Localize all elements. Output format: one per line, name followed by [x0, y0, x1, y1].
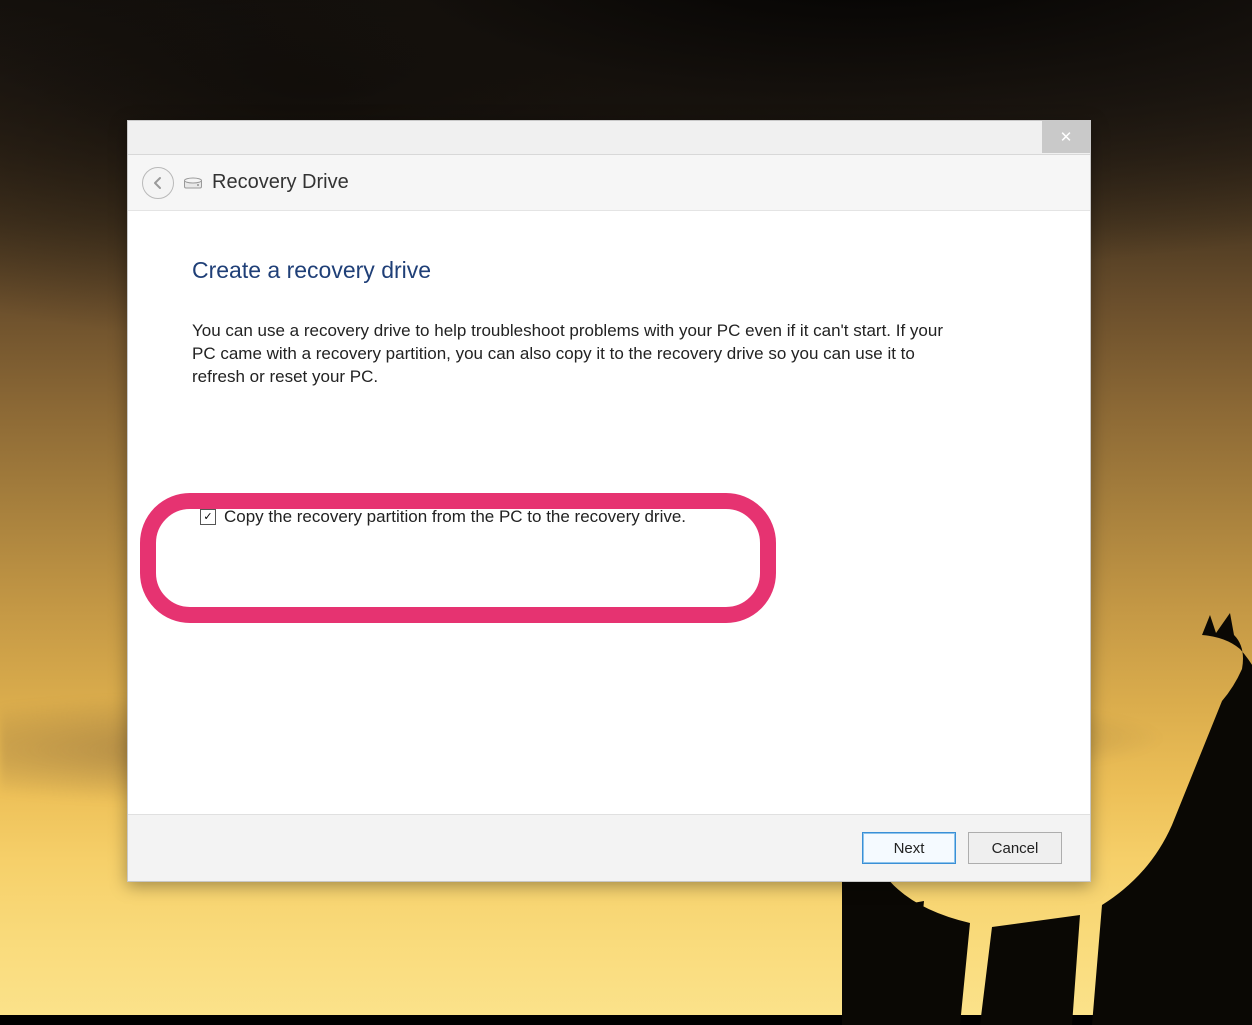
recovery-drive-wizard-window: ✕ Recovery Drive Create a recovery drive…	[127, 120, 1091, 882]
page-body-text: You can use a recovery drive to help tro…	[192, 320, 952, 389]
wizard-button-bar: Next Cancel	[128, 814, 1090, 881]
copy-partition-checkbox[interactable]: ✓	[200, 509, 216, 525]
page-heading: Create a recovery drive	[192, 257, 1026, 284]
copy-partition-option[interactable]: ✓ Copy the recovery partition from the P…	[200, 507, 686, 527]
back-button[interactable]	[142, 167, 174, 199]
wizard-content-area: Create a recovery drive You can use a re…	[128, 211, 1090, 814]
checkmark-icon: ✓	[203, 512, 212, 523]
cancel-button[interactable]: Cancel	[968, 832, 1062, 864]
next-button-label: Next	[894, 840, 925, 857]
wizard-nav-header: Recovery Drive	[128, 155, 1090, 211]
drive-icon	[184, 177, 202, 189]
window-titlebar: ✕	[128, 121, 1090, 155]
close-button[interactable]: ✕	[1042, 121, 1090, 153]
cancel-button-label: Cancel	[992, 840, 1039, 857]
back-arrow-icon	[150, 175, 166, 191]
close-icon: ✕	[1060, 128, 1073, 146]
wizard-title: Recovery Drive	[212, 171, 349, 194]
next-button[interactable]: Next	[862, 832, 956, 864]
copy-partition-label: Copy the recovery partition from the PC …	[224, 507, 686, 527]
